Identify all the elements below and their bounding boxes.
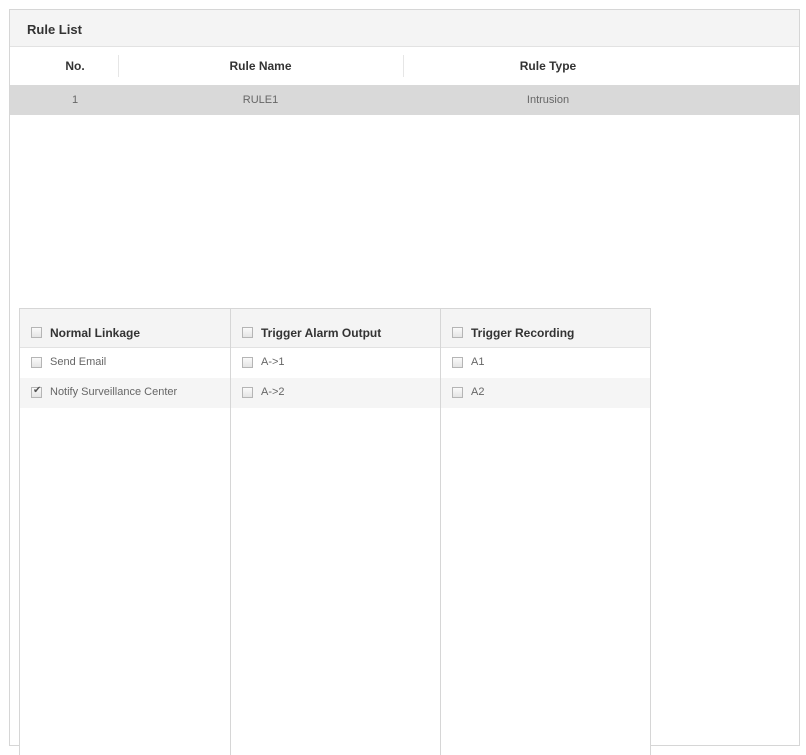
column-header-no[interactable]: No. — [32, 59, 118, 73]
normal-linkage-label: Normal Linkage — [50, 326, 141, 340]
alarm-output-a1-checkbox[interactable] — [242, 357, 253, 368]
recording-a1-checkbox[interactable] — [452, 357, 463, 368]
recording-a2-checkbox[interactable] — [452, 387, 463, 398]
alarm-output-a2-checkbox[interactable] — [242, 387, 253, 398]
alarm-output-a2-label: A->2 — [261, 386, 285, 398]
cell-rule-no: 1 — [71, 94, 79, 106]
trigger-alarm-output-label: Trigger Alarm Output — [261, 326, 382, 340]
notify-surveillance-center-label: Notify Surveillance Center — [50, 386, 178, 398]
alarm-output-a1-label: A->1 — [261, 356, 285, 368]
trigger-alarm-output-column: Trigger Alarm Output A->1 A->2 — [230, 309, 441, 755]
rule-list-header: Rule List — [10, 10, 799, 47]
rule-list-title: Rule List — [27, 22, 82, 37]
rule-config-panel: Rule List No. Rule Name Rule Type 1 RULE… — [9, 9, 800, 755]
rule-table-header: No. Rule Name Rule Type — [10, 47, 799, 85]
recording-a2-label: A2 — [471, 386, 485, 398]
recording-a1-label: A1 — [471, 356, 485, 368]
trigger-recording-header: Trigger Recording — [441, 309, 650, 348]
trigger-recording-select-all-checkbox[interactable] — [452, 327, 463, 338]
send-email-checkbox[interactable] — [31, 357, 42, 368]
normal-linkage-column: Normal Linkage Send Email Notify Surveil… — [20, 309, 231, 755]
column-header-rule-type[interactable]: Rule Type — [403, 59, 693, 73]
notify-surveillance-center-checkbox[interactable] — [31, 385, 42, 398]
list-item[interactable]: Notify Surveillance Center — [20, 378, 231, 408]
trigger-recording-label: Trigger Recording — [471, 326, 575, 340]
cell-rule-name: RULE1 — [242, 94, 279, 106]
trigger-alarm-output-select-all-checkbox[interactable] — [242, 327, 253, 338]
list-item[interactable]: Send Email — [20, 348, 231, 378]
normal-linkage-select-all-checkbox[interactable] — [31, 327, 42, 338]
trigger-recording-column: Trigger Recording A1 A2 — [440, 309, 650, 755]
list-item[interactable]: A->1 — [231, 348, 441, 378]
list-item[interactable]: A2 — [441, 378, 650, 408]
linkage-panel: Normal Linkage Send Email Notify Surveil… — [19, 308, 651, 755]
send-email-label: Send Email — [50, 356, 107, 368]
normal-linkage-header: Normal Linkage — [20, 309, 231, 348]
cell-rule-type: Intrusion — [526, 94, 570, 106]
trigger-alarm-output-header: Trigger Alarm Output — [231, 309, 441, 348]
list-item[interactable]: A->2 — [231, 378, 441, 408]
column-header-rule-name[interactable]: Rule Name — [118, 59, 403, 73]
table-row[interactable]: 1 RULE1 Intrusion — [10, 85, 799, 115]
list-item[interactable]: A1 — [441, 348, 650, 378]
